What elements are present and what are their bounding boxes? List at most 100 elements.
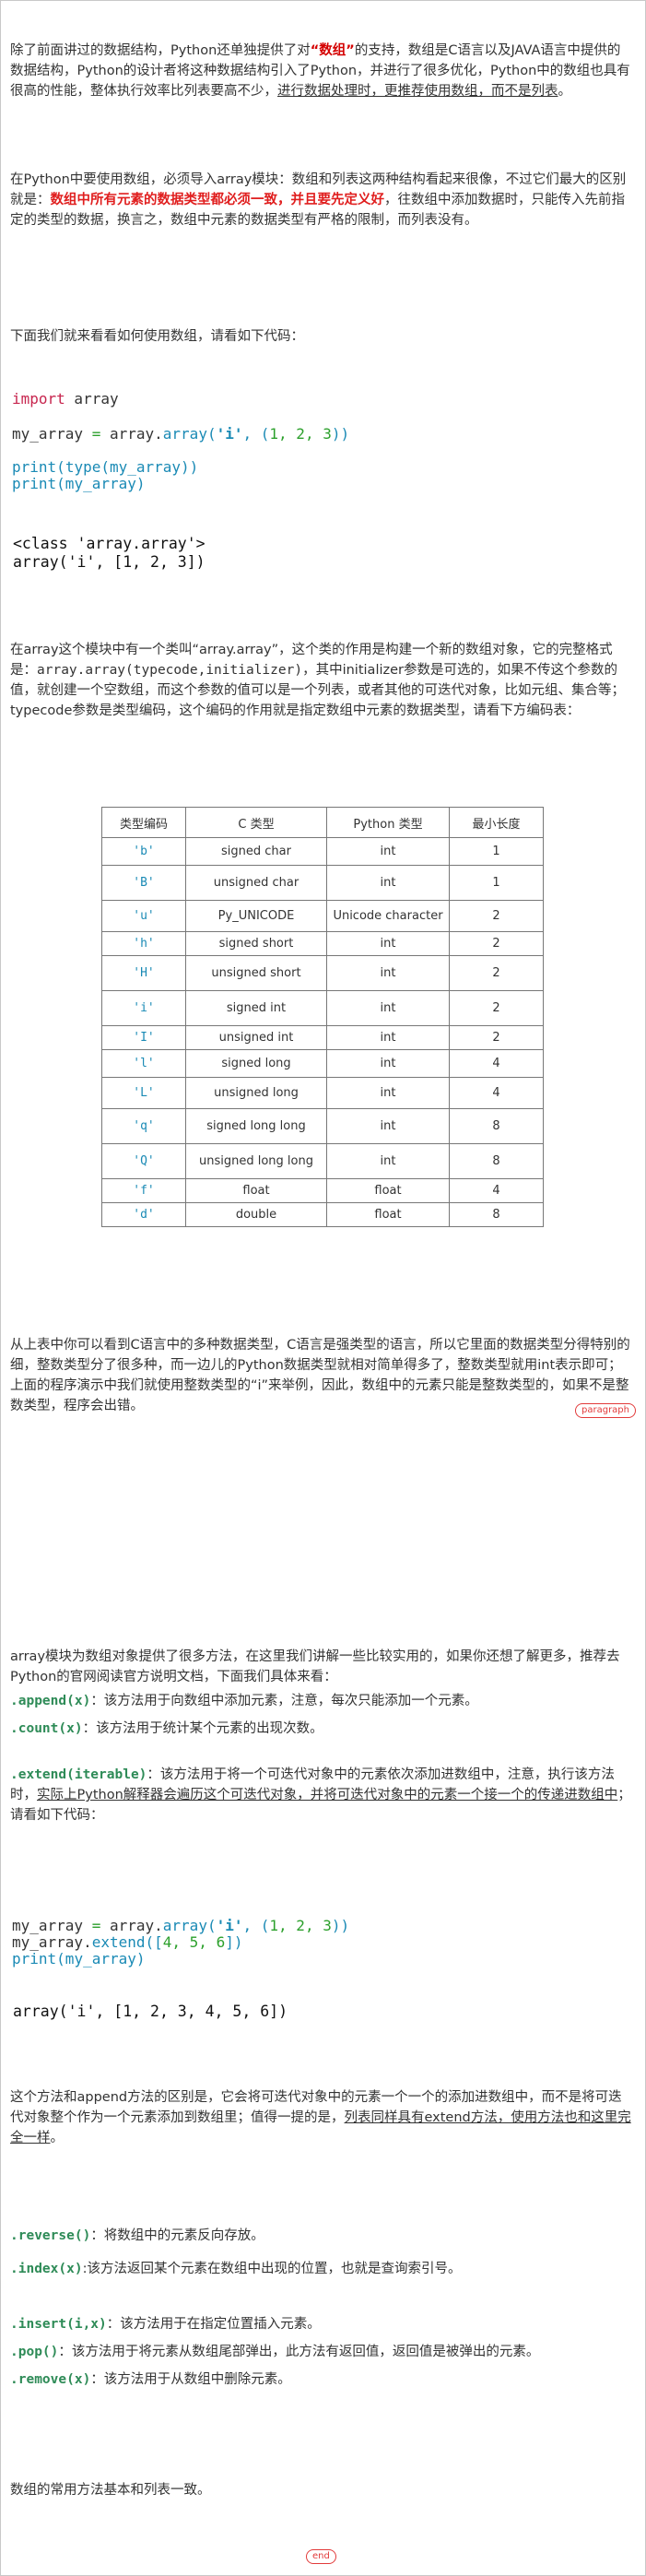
end-badge[interactable]: end: [306, 2549, 336, 2564]
table-cell: 1: [449, 837, 544, 866]
table-cell: 'Q': [101, 1143, 186, 1179]
table-cell: float: [326, 1202, 450, 1227]
table-cell: 'L': [101, 1077, 186, 1109]
code-number: 4, 5, 6: [162, 1933, 226, 1951]
code-operator: =: [91, 425, 101, 443]
code-line-extend: my_array.extend([4, 5, 6]): [12, 1934, 242, 1951]
paragraph-badge[interactable]: paragraph: [575, 1403, 636, 1418]
table-cell: int: [326, 1025, 450, 1050]
table-cell: float: [185, 1178, 327, 1203]
code-paren: )): [331, 1917, 350, 1934]
output-class: <class 'array.array'>: [13, 535, 206, 552]
table-cell: 'h': [101, 931, 186, 956]
code-function: print: [12, 475, 57, 492]
table-row: 'L' unsigned long int 4: [101, 1077, 544, 1109]
table-cell: 2: [449, 931, 544, 956]
intro-underlined: 进行数据处理时，更推荐使用数组，而不是列表: [277, 84, 558, 99]
code-line-print-type: print(type(my_array)): [12, 459, 198, 476]
table-cell: Py_UNICODE: [185, 900, 327, 932]
table-cell: 4: [449, 1049, 544, 1078]
table-cell: 1: [449, 865, 544, 901]
code-text: my_array.: [12, 1933, 92, 1951]
method-name: .insert(i,x): [10, 2317, 107, 2332]
method-name: .count(x): [10, 1721, 83, 1736]
method-append: .append(x)：该方法用于向数组中添加元素，注意，每次只能添加一个元素。: [10, 1691, 632, 1711]
table-cell: float: [326, 1178, 450, 1203]
method-name: .append(x): [10, 1694, 91, 1708]
table-cell: 8: [449, 1143, 544, 1179]
method-index: .index(x):该方法返回某个元素在数组中出现的位置，也就是查询索引号。: [10, 2259, 632, 2279]
table-cell: unsigned char: [185, 865, 327, 901]
table-cell: signed short: [185, 931, 327, 956]
method-name: .remove(x): [10, 2372, 91, 2387]
table-row: 'I' unsigned int int 2: [101, 1025, 544, 1050]
table-cell: 'q': [101, 1108, 186, 1144]
code-paren: , (: [242, 425, 270, 443]
table-cell: 'u': [101, 900, 186, 932]
method-name: .pop(): [10, 2345, 59, 2359]
table-cell: signed long: [185, 1049, 327, 1078]
code-text: my_array: [12, 425, 92, 443]
table-row: 'b' signed char int 1: [101, 837, 544, 866]
table-cell: signed int: [185, 990, 327, 1026]
table-cell: int: [326, 990, 450, 1026]
table-cell: 2: [449, 990, 544, 1026]
intro-end: 。: [558, 84, 572, 99]
table-row: 'H' unsigned short int 2: [101, 955, 544, 991]
table-cell: int: [326, 865, 450, 901]
code-paren: )): [331, 425, 350, 443]
code-paren: ([: [145, 1933, 163, 1951]
table-cell: int: [326, 837, 450, 866]
table-cell: 'l': [101, 1049, 186, 1078]
table-row: 'u' Py_UNICODE Unicode character 2: [101, 900, 544, 932]
code-paren: (: [206, 1917, 217, 1934]
method-extend: .extend(iterable)：该方法用于将一个可迭代对象中的元素依次添加进…: [10, 1765, 632, 1826]
code-text: (my_array): [56, 475, 146, 492]
method-pop: .pop()：该方法用于将元素从数组尾部弹出，此方法有返回值，返回值是被弹出的元…: [10, 2342, 632, 2362]
method-name: .extend(iterable): [10, 1767, 147, 1782]
method-desc: ：该方法用于统计某个元素的出现次数。: [82, 1721, 323, 1736]
table-cell: 2: [449, 955, 544, 991]
table-cell: int: [326, 1049, 450, 1078]
array-class-paragraph: 在array这个模块中有一个类叫“array.array”，这个类的作用是构建一…: [10, 640, 632, 721]
intro-emphasis: “数组”: [310, 43, 355, 58]
method-insert: .insert(i,x)：该方法用于在指定位置插入元素。: [10, 2314, 632, 2334]
method-desc-underlined: 实际上Python解释器会遍历这个可迭代对象，并将可迭代对象中的元素一个接一个的…: [37, 1788, 618, 1802]
method-name: .reverse(): [10, 2228, 91, 2243]
type-explain-paragraph: 从上表中你可以看到C语言中的多种数据类型，C语言是强类型的语言，所以它里面的数据…: [10, 1338, 630, 1413]
method-desc: ：该方法用于从数组中删除元素。: [90, 2372, 291, 2387]
method-desc: ：该方法用于向数组中添加元素，注意，每次只能添加一个元素。: [90, 1694, 478, 1708]
table-cell: signed char: [185, 837, 327, 866]
table-cell: unsigned long long: [185, 1143, 327, 1179]
table-row: 'i' signed int int 2: [101, 990, 544, 1026]
code-function: print: [12, 1950, 57, 1967]
table-cell: unsigned short: [185, 955, 327, 991]
array-type-rule: 数组中所有元素的数据类型都必须一致，并且要先定义好: [50, 193, 385, 207]
table-cell: 'B': [101, 865, 186, 901]
code-line-create-array: my_array = array.array('i', (1, 2, 3)): [12, 426, 349, 443]
table-cell: signed long long: [185, 1108, 327, 1144]
output-extended-array: array('i', [1, 2, 3, 4, 5, 6]): [13, 2003, 288, 2020]
table-cell: 'b': [101, 837, 186, 866]
code-paren: , (: [242, 1917, 270, 1934]
table-header-row: 类型编码 C 类型 Python 类型 最小长度: [101, 807, 544, 838]
methods-intro-paragraph: array模块为数组对象提供了很多方法，在这里我们讲解一些比较实用的，如果你还想…: [10, 1649, 620, 1684]
method-desc: ：该方法用于在指定位置插入元素。: [106, 2317, 321, 2332]
table-cell: Unicode character: [326, 900, 450, 932]
code-intro-paragraph: 下面我们就来看看如何使用数组，请看如下代码：: [10, 329, 304, 344]
table-cell: 'I': [101, 1025, 186, 1050]
header-typecode: 类型编码: [101, 807, 186, 838]
code-function: array: [162, 1917, 207, 1934]
table-cell: 'H': [101, 955, 186, 991]
table-cell: int: [326, 1077, 450, 1109]
table-cell: 4: [449, 1077, 544, 1109]
code-operator: =: [91, 1917, 101, 1934]
method-remove: .remove(x)：该方法用于从数组中删除元素。: [10, 2369, 632, 2390]
code-block-import: import array: [12, 391, 119, 408]
code-function: array: [162, 425, 207, 443]
table-cell: 'i': [101, 990, 186, 1026]
table-row: 'q' signed long long int 8: [101, 1108, 544, 1144]
table-cell: 2: [449, 900, 544, 932]
array-module-paragraph: 在Python中要使用数组，必须导入array模块：数组和列表这两种结构看起来很…: [10, 170, 632, 230]
code-paren: ]): [225, 1933, 243, 1951]
